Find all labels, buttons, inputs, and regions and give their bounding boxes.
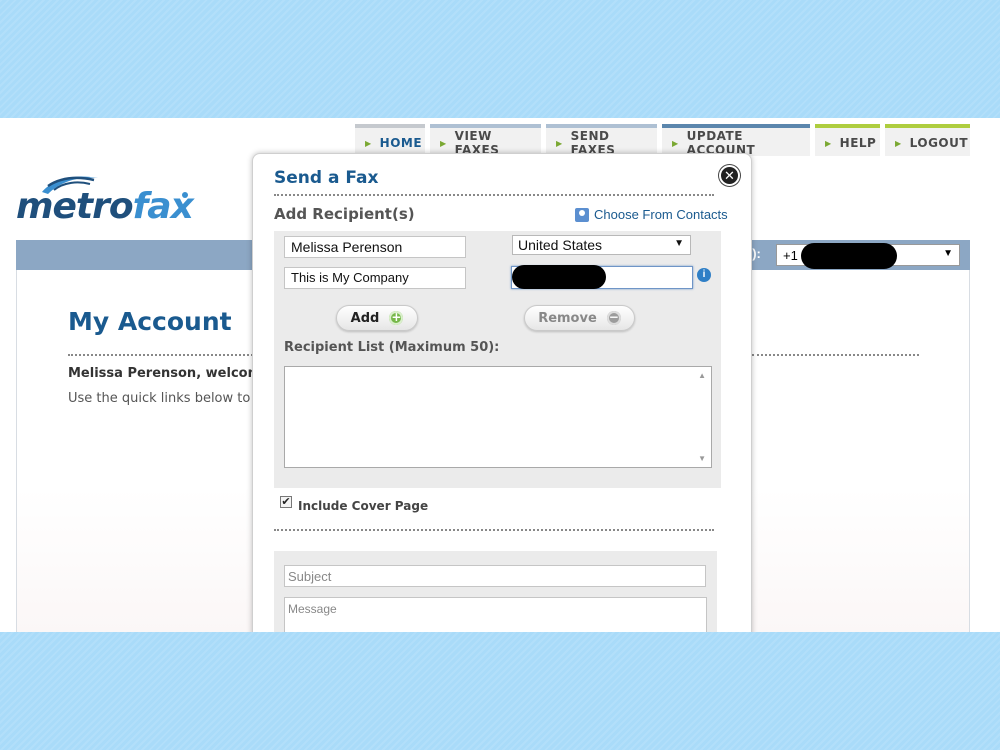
- logo-registered-mark: [182, 192, 188, 198]
- recipient-name-field[interactable]: Melissa Perenson: [284, 236, 466, 258]
- section-title: Add Recipient(s): [274, 205, 415, 223]
- top-nav: ▶ HOME ▶ VIEW FAXES ▶ SEND FAXES ▶ UPDATE AC…: [355, 124, 970, 157]
- welcome-text: Melissa Perenson, welcome: [68, 366, 270, 381]
- divider: [274, 529, 714, 531]
- nav-tab-help[interactable]: ▶ HELP: [815, 124, 880, 156]
- quick-links-text: Use the quick links below to a: [68, 391, 263, 406]
- contacts-icon: [575, 207, 589, 222]
- app-screen: ▶ HOME ▶ VIEW FAXES ▶ SEND FAXES ▶ UPDATE AC…: [0, 118, 1000, 632]
- nav-tab-send-faxes[interactable]: ▶ SEND FAXES: [546, 124, 657, 157]
- arrow-right-icon: ▶: [556, 138, 563, 148]
- fax-number-select[interactable]: +1 ▼: [776, 243, 960, 269]
- recipient-name-value: Melissa Perenson: [291, 239, 403, 255]
- subject-placeholder: Subject: [288, 569, 332, 584]
- dialog-title: Send a Fax: [274, 168, 379, 188]
- nav-tab-update-account[interactable]: ▶ UPDATE ACCOUNT: [662, 124, 810, 157]
- arrow-right-icon: ▶: [440, 138, 447, 148]
- caret-down-icon: ▼: [943, 248, 953, 259]
- company-value: This is My Company: [291, 270, 409, 285]
- cover-page-checkbox[interactable]: ✔: [280, 496, 292, 508]
- redaction-mark: [801, 243, 897, 269]
- recipient-list[interactable]: ▲ ▼: [284, 366, 712, 468]
- info-icon[interactable]: i: [697, 268, 711, 282]
- choose-contacts-label: Choose From Contacts: [594, 207, 728, 222]
- cover-page-label: Include Cover Page: [298, 499, 429, 513]
- nav-tab-view-faxes[interactable]: ▶ VIEW FAXES: [430, 124, 541, 157]
- send-fax-dialog: Send a Fax ✕ Add Recipient(s) Choose Fro…: [252, 153, 752, 632]
- divider: [752, 354, 919, 356]
- company-field[interactable]: This is My Company: [284, 267, 466, 289]
- caret-down-icon: ▼: [674, 238, 684, 249]
- remove-button[interactable]: Remove −: [524, 305, 635, 331]
- fax-number-field[interactable]: [511, 265, 693, 289]
- close-icon[interactable]: ✕: [719, 165, 740, 186]
- metrofax-logo[interactable]: metrofax: [16, 172, 196, 228]
- plus-icon: +: [389, 310, 404, 325]
- nav-tab-home[interactable]: ▶ HOME: [355, 124, 425, 156]
- add-button-label: Add: [350, 310, 380, 326]
- country-select[interactable]: United States ▼: [512, 235, 691, 255]
- minus-icon: −: [606, 310, 621, 325]
- arrow-right-icon: ▶: [895, 138, 902, 148]
- subject-field[interactable]: Subject: [284, 565, 706, 587]
- redaction-mark: [512, 265, 606, 289]
- add-button[interactable]: Add +: [336, 305, 418, 331]
- divider: [274, 194, 714, 196]
- fax-number-prefix: +1: [783, 248, 798, 263]
- logo-wordmark: metrofax: [16, 186, 194, 227]
- divider: [68, 354, 253, 356]
- message-field[interactable]: Message: [284, 597, 707, 632]
- remove-button-label: Remove: [538, 310, 597, 326]
- nav-tab-label: HOME: [379, 136, 423, 150]
- nav-tab-label: HELP: [839, 136, 877, 150]
- arrow-right-icon: ▶: [365, 138, 372, 148]
- message-placeholder: Message: [288, 602, 337, 616]
- choose-contacts-link[interactable]: Choose From Contacts: [575, 207, 728, 222]
- arrow-right-icon: ▶: [672, 138, 679, 148]
- scroll-up-icon[interactable]: ▲: [698, 371, 706, 380]
- scroll-down-icon[interactable]: ▼: [698, 454, 706, 463]
- recipient-list-label: Recipient List (Maximum 50):: [284, 340, 500, 355]
- nav-tab-logout[interactable]: ▶ LOGOUT: [885, 124, 970, 156]
- nav-tab-label: LOGOUT: [909, 136, 969, 150]
- arrow-right-icon: ▶: [825, 138, 832, 148]
- page-title: My Account: [68, 307, 232, 336]
- country-value: United States: [518, 237, 603, 253]
